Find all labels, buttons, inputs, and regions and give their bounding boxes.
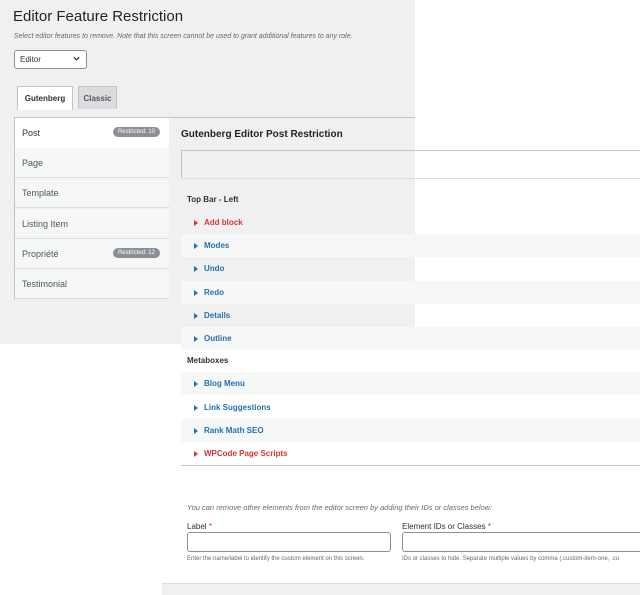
label-field-help: Enter the name/label to identify the cus… xyxy=(187,556,365,562)
label-input[interactable] xyxy=(187,532,391,552)
tab-gutenberg[interactable]: Gutenberg xyxy=(17,86,73,110)
restricted-badge: Restricted: 10 xyxy=(112,127,160,137)
feature-label: Add block xyxy=(204,218,243,227)
overlay-cover xyxy=(0,344,162,595)
feature-item-add-block[interactable]: Add block xyxy=(181,211,640,234)
nav-item-testimonial[interactable]: Testimonial xyxy=(15,269,169,299)
element-ids-input[interactable] xyxy=(402,532,640,552)
caret-right-icon xyxy=(194,336,198,342)
caret-right-icon xyxy=(194,243,198,249)
caret-right-icon xyxy=(194,451,198,457)
post-type-nav: Post Restricted: 10 Page Template Listin… xyxy=(14,117,169,299)
feature-item-modes[interactable]: Modes xyxy=(181,234,640,257)
nav-item-template[interactable]: Template xyxy=(15,178,169,208)
nav-item-listing-item[interactable]: Listing Item xyxy=(15,209,169,239)
nav-item-label: Testimonial xyxy=(22,279,68,289)
required-marker: * xyxy=(208,522,212,531)
ids-field-help: IDs or classes to hide. Separate multipl… xyxy=(402,556,620,562)
feature-item-rank-math-seo[interactable]: Rank Math SEO xyxy=(181,419,640,442)
feature-item-link-suggestions[interactable]: Link Suggestions xyxy=(181,396,640,419)
ids-field-text: Element IDs or Classes xyxy=(402,522,486,531)
role-select-value: Editor xyxy=(20,55,41,64)
feature-item-redo[interactable]: Redo xyxy=(181,281,640,304)
feature-label: Rank Math SEO xyxy=(204,426,264,435)
nav-item-post[interactable]: Post Restricted: 10 xyxy=(15,118,169,148)
label-field-text: Label xyxy=(187,522,207,531)
feature-item-undo[interactable]: Undo xyxy=(181,257,640,280)
caret-right-icon xyxy=(194,266,198,272)
section-label-top-bar: Top Bar - Left xyxy=(187,195,239,204)
caret-right-icon xyxy=(194,428,198,434)
caret-right-icon xyxy=(194,405,198,411)
feature-label: Blog Menu xyxy=(204,379,245,388)
feature-label: Redo xyxy=(204,288,224,297)
custom-elements-section: You can remove other elements from the e… xyxy=(181,490,640,595)
page-title: Editor Feature Restriction xyxy=(13,8,184,25)
nav-item-label: Propriété xyxy=(22,249,59,259)
feature-label: Link Suggestions xyxy=(204,403,271,412)
caret-right-icon xyxy=(194,313,198,319)
feature-label: Outline xyxy=(204,334,232,343)
restriction-title: Gutenberg Editor Post Restriction xyxy=(181,129,343,140)
page-description: Select editor features to remove. Note t… xyxy=(14,33,353,40)
feature-item-blog-menu[interactable]: Blog Menu xyxy=(181,372,640,395)
nav-item-label: Listing Item xyxy=(22,219,69,229)
nav-item-label: Template xyxy=(22,188,59,198)
label-field-label: Label * xyxy=(187,522,212,531)
feature-label: Undo xyxy=(204,264,225,273)
tab-classic[interactable]: Classic xyxy=(78,86,117,109)
chevron-down-icon xyxy=(73,56,80,61)
divider xyxy=(181,178,640,179)
content-divider xyxy=(168,117,415,118)
nav-item-propriete[interactable]: Propriété Restricted: 12 xyxy=(15,239,169,269)
required-marker: * xyxy=(487,522,491,531)
ids-field-label: Element IDs or Classes * xyxy=(402,522,491,531)
feature-label: Details xyxy=(204,311,231,320)
caret-right-icon xyxy=(194,220,198,226)
section-label-metaboxes: Metaboxes xyxy=(187,356,229,365)
caret-right-icon xyxy=(194,290,198,296)
caret-right-icon xyxy=(194,381,198,387)
footer-bar xyxy=(162,583,640,595)
nav-item-page[interactable]: Page xyxy=(15,148,169,178)
nav-item-label: Page xyxy=(22,158,44,168)
restricted-badge: Restricted: 12 xyxy=(112,248,160,258)
feature-item-wpcode-page-scripts[interactable]: WPCode Page Scripts xyxy=(181,442,640,465)
feature-item-outline[interactable]: Outline xyxy=(181,327,640,350)
feature-label: Modes xyxy=(204,241,230,250)
feature-item-details[interactable]: Details xyxy=(181,304,640,327)
nav-item-label: Post xyxy=(22,128,41,138)
panel-header xyxy=(181,150,640,178)
role-select[interactable]: Editor xyxy=(14,50,87,69)
feature-label: WPCode Page Scripts xyxy=(204,449,288,458)
divider xyxy=(181,465,640,466)
custom-elements-note: You can remove other elements from the e… xyxy=(187,503,493,512)
